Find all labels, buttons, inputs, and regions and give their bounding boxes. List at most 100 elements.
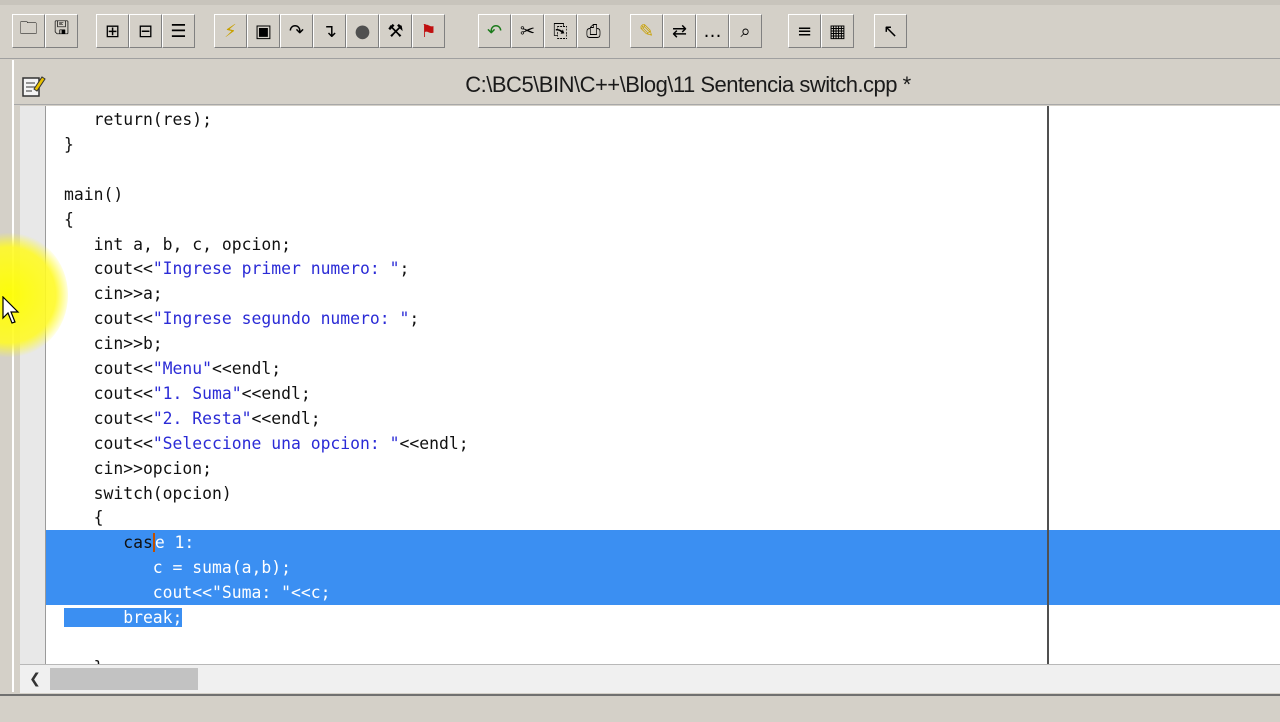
code-token: main() bbox=[64, 184, 124, 204]
paste-icon: ⎙ bbox=[586, 20, 601, 42]
code-token: ; bbox=[409, 309, 420, 329]
horizontal-scrollbar[interactable]: ❮ bbox=[20, 664, 1280, 693]
toggle-breakpoint-icon: ⚑ bbox=[420, 20, 437, 42]
toolbar-group: ≡ ▦ bbox=[788, 14, 854, 50]
scroll-left-arrow-icon[interactable]: ❮ bbox=[24, 669, 46, 689]
code-line: cas e 1: bbox=[46, 530, 1280, 556]
code-token: switch(opcion) bbox=[64, 483, 232, 503]
code-line: { bbox=[46, 505, 1280, 530]
code-token: int a, b, c, opcion; bbox=[64, 234, 291, 254]
open-project-button[interactable]: 🗀 bbox=[12, 14, 45, 48]
code-token: "Menu" bbox=[152, 359, 213, 378]
view-list-icon: ≡ bbox=[796, 20, 813, 42]
trace-into-button[interactable]: ↴ bbox=[313, 14, 346, 48]
code-token: cout<< bbox=[64, 408, 153, 428]
toggle-breakpoint-button[interactable]: ⚑ bbox=[412, 14, 445, 48]
compile-button[interactable]: ▣ bbox=[247, 14, 280, 48]
highlight-icon: ✎ bbox=[638, 20, 655, 42]
compile-icon: ▣ bbox=[254, 20, 272, 42]
code-line: cout<<"Seleccione una opcion: "<<endl; bbox=[46, 431, 1280, 456]
paste-button[interactable]: ⎙ bbox=[577, 14, 610, 48]
lightning-make-icon: ⚡ bbox=[224, 20, 237, 42]
view-grid-button[interactable]: ▦ bbox=[821, 14, 854, 48]
delete-node-button[interactable]: ⊟ bbox=[129, 14, 162, 48]
toolbar-group: ⚡ ▣ ↷ ↴ ● ⚒ ⚑ bbox=[214, 14, 445, 50]
code-token: "2. Resta" bbox=[152, 408, 252, 428]
editor-window: C:\BC5\BIN\C++\Blog\11 Sentencia switch.… bbox=[12, 60, 1280, 693]
search-again-button[interactable]: ⌕ bbox=[729, 14, 762, 48]
code-editor[interactable]: return(res);} main() { int a, b, c, opcion… bbox=[46, 106, 1280, 664]
highlight-button[interactable]: ✎ bbox=[630, 14, 663, 48]
code-token: "Seleccione una opcion: " bbox=[152, 433, 400, 453]
wrench-icon: ⚒ bbox=[387, 20, 404, 42]
help-pointer-icon: ↖ bbox=[882, 20, 899, 42]
stop-button[interactable]: ● bbox=[346, 14, 379, 48]
search-again-icon: ⌕ bbox=[740, 20, 751, 42]
find-next-button[interactable]: … bbox=[696, 14, 729, 48]
code-line: cout<<"Ingrese segundo numero: "; bbox=[46, 306, 1280, 331]
code-token: cin>>b; bbox=[64, 334, 163, 354]
delete-node-icon: ⊟ bbox=[137, 20, 154, 42]
editor-gutter bbox=[20, 106, 46, 666]
wrench-button[interactable]: ⚒ bbox=[379, 14, 412, 48]
help-pointer-button[interactable]: ↖ bbox=[874, 14, 907, 48]
code-line: cout<<"2. Resta"<<endl; bbox=[46, 406, 1280, 431]
node-attributes-button[interactable]: ☰ bbox=[162, 14, 195, 48]
main-toolbar: 🗀 🖫 ⊞ ⊟ ☰ ⚡ ▣ ↷ ↴ ● ⚒ ⚑ ↶ ✂ ⎘ ⎙ ✎ ⇄… ⌕ ≡ ▦ ↖ bbox=[0, 0, 1280, 59]
editor-titlebar: C:\BC5\BIN\C++\Blog\11 Sentencia switch.… bbox=[14, 66, 1280, 105]
cut-button[interactable]: ✂ bbox=[511, 14, 544, 48]
code-token: ; bbox=[399, 259, 410, 279]
replace-button[interactable]: ⇄ bbox=[663, 14, 696, 48]
code-line: cout<<"Ingrese primer numero: "; bbox=[46, 256, 1280, 281]
code-token: "1. Suma" bbox=[152, 383, 242, 403]
code-line: cout<<"Suma: "<<c; bbox=[46, 580, 1280, 606]
code-token: <<endl; bbox=[399, 433, 469, 453]
copy-icon: ⎘ bbox=[553, 20, 568, 42]
view-grid-icon: ▦ bbox=[828, 20, 846, 42]
code-token: e 1: bbox=[152, 533, 195, 553]
code-line: cout<<"Menu"<<endl; bbox=[46, 356, 1280, 381]
code-line: c = suma(a,b); bbox=[46, 555, 1280, 581]
open-project-icon: 🗀 bbox=[19, 18, 38, 39]
code-line: int a, b, c, opcion; bbox=[46, 232, 1280, 257]
toolbar-group: ↶ ✂ ⎘ ⎙ bbox=[478, 14, 610, 50]
code-line: return(res); bbox=[46, 107, 1280, 132]
toolbar-group: ↖ bbox=[874, 14, 907, 50]
code-line: cin>>opcion; bbox=[46, 456, 1280, 481]
selection-highlight bbox=[46, 530, 1280, 556]
code-line: } bbox=[46, 132, 1280, 157]
right-margin-line bbox=[1047, 106, 1049, 664]
code-token: <<endl; bbox=[251, 408, 321, 428]
code-token: } bbox=[64, 134, 74, 154]
code-token: "Ingrese primer numero: " bbox=[152, 259, 400, 279]
step-over-button[interactable]: ↷ bbox=[280, 14, 313, 48]
menu-strip-remnant bbox=[0, 0, 1280, 5]
add-node-icon: ⊞ bbox=[104, 20, 121, 42]
view-list-button[interactable]: ≡ bbox=[788, 14, 821, 48]
lightning-make-button[interactable]: ⚡ bbox=[214, 14, 247, 48]
code-line: cin>>b; bbox=[46, 331, 1280, 356]
save-project-button[interactable]: 🖫 bbox=[45, 14, 78, 48]
copy-button[interactable]: ⎘ bbox=[544, 14, 577, 48]
scroll-thumb[interactable] bbox=[50, 668, 198, 690]
node-attributes-icon: ☰ bbox=[170, 20, 187, 42]
code-line: switch(opcion) bbox=[46, 481, 1280, 506]
code-token: cin>>opcion; bbox=[64, 458, 213, 478]
code-token: cout<< bbox=[64, 433, 153, 453]
code-token: cout<< bbox=[64, 309, 153, 329]
code-line: main() bbox=[46, 182, 1280, 207]
code-line: break; bbox=[46, 605, 1280, 630]
code-token: cin>>a; bbox=[64, 284, 163, 304]
code-token: cout<<"Suma: "<<c; bbox=[64, 583, 331, 603]
window-title: C:\BC5\BIN\C++\Blog\11 Sentencia switch.… bbox=[465, 72, 911, 97]
add-node-button[interactable]: ⊞ bbox=[96, 14, 129, 48]
toolbar-group: ✎ ⇄ … ⌕ bbox=[630, 14, 762, 50]
undo-button[interactable]: ↶ bbox=[478, 14, 511, 48]
status-bar bbox=[0, 694, 1280, 722]
code-token: cout<< bbox=[64, 259, 153, 279]
toolbar-group: ⊞ ⊟ ☰ bbox=[96, 14, 195, 50]
code-line: cout<<"1. Suma"<<endl; bbox=[46, 381, 1280, 406]
code-token: c = suma(a,b); bbox=[64, 558, 291, 578]
